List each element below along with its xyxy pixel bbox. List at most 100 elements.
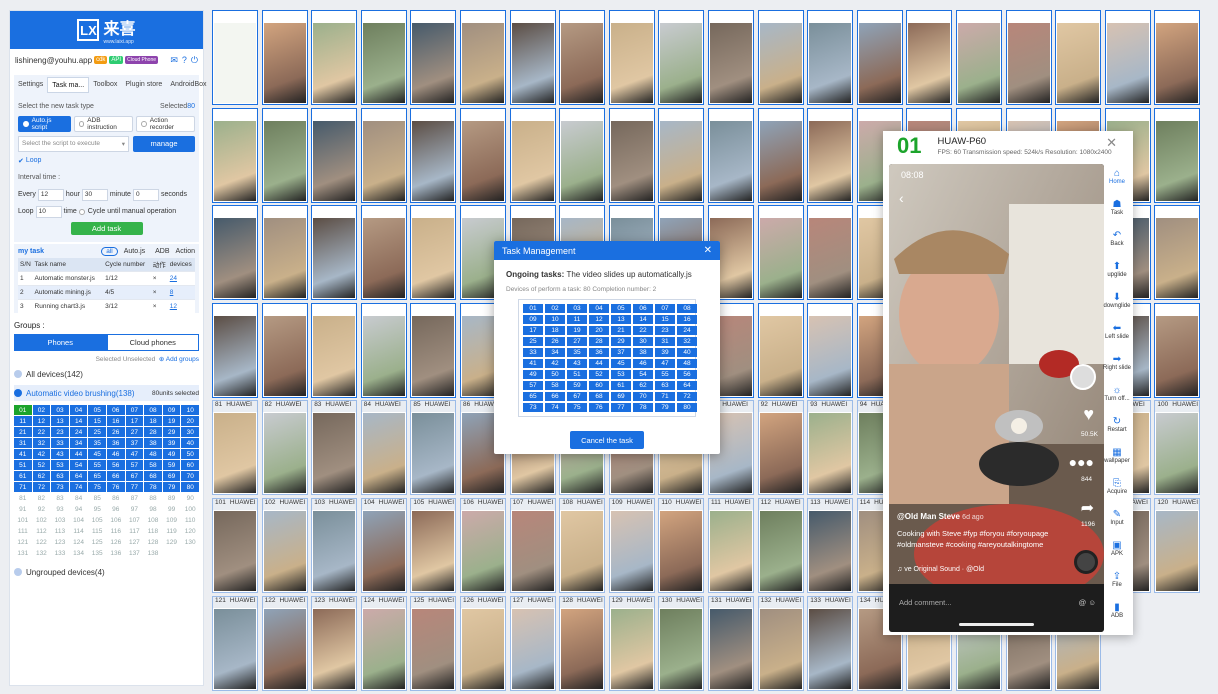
hour-input[interactable]: 12 [37, 188, 64, 201]
table-row[interactable]: 2 Automatic mining.js 4/5 × 8 [18, 284, 195, 299]
device-tile[interactable]: 26HUAWEI [460, 107, 506, 203]
device-tile[interactable]: 92 HUAWEI [757, 400, 804, 496]
device-tile[interactable]: 93 HUAWEI [807, 400, 854, 496]
device-number-chip[interactable]: 67 [125, 471, 144, 481]
device-number-chip[interactable]: 119 [163, 526, 181, 536]
device-number-chip[interactable]: 99 [163, 504, 181, 514]
device-number-chip[interactable]: 115 [88, 526, 106, 536]
device-tile[interactable]: 84 HUAWEI [360, 400, 407, 496]
device-tile[interactable]: 11HUAWEI [708, 10, 754, 105]
device-tile[interactable]: 112 HUAWEI [757, 498, 804, 593]
device-number-chip[interactable]: 112 [33, 526, 51, 536]
close-icon[interactable]: ✕ [704, 245, 712, 256]
device-number-chip[interactable]: 35 [88, 438, 106, 448]
device-number-chip[interactable]: 80 [181, 482, 199, 492]
device-tile[interactable]: 82 HUAWEI [261, 400, 308, 496]
device-number-chip[interactable]: 09 [162, 405, 181, 415]
device-number-chip[interactable]: 74 [69, 482, 88, 492]
device-tile[interactable]: 53HUAWEI [807, 205, 854, 301]
side-btn-apk[interactable]: ▣ APK [1105, 533, 1129, 564]
device-number-chip[interactable]: 101 [14, 515, 32, 525]
device-number-chip[interactable]: 129 [163, 537, 181, 547]
device-number-chip[interactable]: 38 [144, 438, 162, 448]
device-number-chip[interactable]: 78 [144, 482, 162, 492]
device-tile[interactable]: 65HUAWEI [410, 302, 457, 398]
device-number-chip[interactable]: 33 [51, 438, 69, 448]
device-number-chip[interactable]: 114 [70, 526, 88, 536]
device-tile[interactable]: 32HUAWEI [757, 107, 804, 203]
device-number-chip[interactable]: 102 [33, 515, 51, 525]
device-number-chip[interactable]: 44 [69, 449, 88, 459]
device-tile[interactable]: 121 HUAWEI [212, 595, 258, 691]
device-tile[interactable]: 23HUAWEI [311, 107, 358, 203]
device-number-chip[interactable]: 75 [88, 482, 106, 492]
device-tile[interactable]: 33HUAWEI [807, 107, 854, 203]
device-tile[interactable]: 61HUAWEI [212, 302, 258, 398]
device-tile[interactable]: 83 HUAWEI [311, 400, 358, 496]
logout-icon[interactable]: ⏻ [191, 55, 198, 66]
tab-androidbox[interactable]: AndroidBox [166, 77, 210, 93]
device-number-chip[interactable]: 45 [88, 449, 106, 459]
device-number-chip[interactable]: 81 [14, 493, 32, 503]
device-tile[interactable]: 73HUAWEI [807, 302, 854, 398]
device-number-chip[interactable]: 136 [107, 548, 125, 558]
comment-input[interactable]: Add comment... @ ☺ [889, 588, 1104, 616]
device-tile[interactable]: 31HUAWEI [708, 107, 754, 203]
device-tile[interactable]: 17HUAWEI [1005, 10, 1052, 105]
device-number-chip[interactable]: 01 [14, 405, 32, 415]
comment-icon[interactable]: ●●● [1069, 454, 1094, 470]
device-tile[interactable]: 101 HUAWEI [212, 498, 258, 593]
device-tile[interactable]: 127 HUAWEI [509, 595, 556, 691]
device-number-chip[interactable]: 73 [51, 482, 69, 492]
device-number-chip[interactable]: 64 [69, 471, 88, 481]
device-tile[interactable]: 13HUAWEI [807, 10, 854, 105]
device-number-chip[interactable]: 134 [70, 548, 88, 558]
table-row[interactable]: 3 Running chart3.js 3/12 × 12 [18, 298, 195, 313]
device-number-chip[interactable]: 54 [69, 460, 88, 470]
side-btn-turn-off[interactable]: ☼ Turn off... [1104, 378, 1129, 409]
device-number-chip[interactable]: 60 [181, 460, 199, 470]
device-tile[interactable]: 02HUAWEI [261, 10, 308, 105]
device-number-chip[interactable]: 91 [14, 504, 32, 514]
device-number-chip[interactable]: 93 [51, 504, 69, 514]
device-number-chip[interactable]: 133 [51, 548, 69, 558]
device-number-chip[interactable]: 90 [181, 493, 199, 503]
second-input[interactable]: 0 [132, 188, 159, 201]
device-number-chip[interactable]: 50 [181, 449, 199, 459]
device-number-chip[interactable]: 89 [163, 493, 181, 503]
device-number-chip[interactable]: 56 [107, 460, 125, 470]
device-number-chip[interactable]: 42 [32, 449, 51, 459]
minute-input[interactable]: 30 [81, 188, 108, 201]
device-number-chip[interactable]: 70 [181, 471, 199, 481]
device-number-chip[interactable]: 106 [107, 515, 125, 525]
device-tile[interactable]: 100 HUAWEI [1154, 400, 1201, 496]
side-btn-input[interactable]: ✎ Input [1105, 502, 1129, 533]
device-number-chip[interactable]: 82 [33, 493, 51, 503]
tab-settings[interactable]: Settings [14, 77, 47, 93]
device-tile[interactable]: 133 HUAWEI [807, 595, 854, 691]
side-btn-home[interactable]: ⌂ Home [1105, 161, 1129, 192]
device-number-chip[interactable]: 83 [51, 493, 69, 503]
device-tile[interactable]: 08HUAWEI [559, 10, 606, 105]
device-tile[interactable]: 132 HUAWEI [757, 595, 804, 691]
device-tile[interactable]: 16HUAWEI [956, 10, 1002, 105]
device-number-chip[interactable]: 125 [88, 537, 106, 547]
device-number-chip[interactable]: 96 [107, 504, 125, 514]
device-number-chip[interactable]: 11 [14, 416, 32, 426]
device-number-chip[interactable]: 65 [88, 471, 106, 481]
side-btn-file[interactable]: ⇪ File [1105, 564, 1129, 595]
device-number-chip[interactable]: 103 [51, 515, 69, 525]
device-number-chip[interactable]: 61 [14, 471, 32, 481]
side-btn-adb[interactable]: ▮ ADB [1105, 595, 1129, 626]
tab-task-management[interactable]: Task ma... [47, 77, 90, 93]
device-number-chip[interactable]: 05 [88, 405, 106, 415]
device-number-chip[interactable]: 108 [144, 515, 162, 525]
row-devices-link[interactable]: 12 [167, 298, 195, 313]
device-number-chip[interactable]: 72 [32, 482, 51, 492]
device-number-chip[interactable]: 18 [144, 416, 162, 426]
device-tile[interactable]: 85 HUAWEI [410, 400, 457, 496]
side-btn-restart[interactable]: ↻ Restart [1105, 409, 1129, 440]
device-tile[interactable]: 42HUAWEI [261, 205, 308, 301]
device-tile[interactable]: 09HUAWEI [608, 10, 655, 105]
device-number-chip[interactable]: 02 [32, 405, 51, 415]
